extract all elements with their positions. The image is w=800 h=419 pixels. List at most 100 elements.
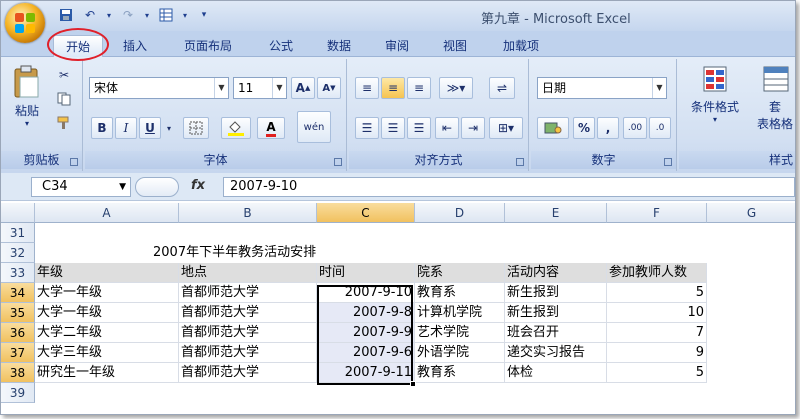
office-button[interactable] [5,3,45,43]
save-icon[interactable] [57,6,75,24]
align-left-icon[interactable]: ☰ [355,117,379,139]
chevron-down-icon[interactable]: ▼ [272,78,286,98]
row-header[interactable]: 34 [1,283,35,303]
percent-button[interactable]: % [573,117,595,139]
dialog-launcher-icon[interactable] [334,158,342,166]
grow-font-button[interactable]: A ▲ [291,77,315,99]
dialog-launcher-icon[interactable] [516,158,524,166]
align-middle-icon[interactable]: ≡ [381,77,405,99]
location-cell[interactable]: 首都师范大学 [179,363,317,383]
column-header-f[interactable]: F [607,203,707,223]
merge-center-icon[interactable]: ⊞▾ [489,117,523,139]
name-box[interactable]: C34 ▼ [31,177,131,197]
department-cell[interactable]: 教育系 [415,283,505,303]
row-header[interactable]: 32 [1,243,35,263]
align-bottom-icon[interactable]: ≡ [407,77,431,99]
bold-button[interactable]: B [91,117,113,139]
activity-cell[interactable]: 新生报到 [505,303,607,323]
fill-color-button[interactable] [221,117,251,139]
insert-function-button[interactable]: fx [191,178,205,193]
font-size-combo[interactable]: 11 ▼ [233,77,287,99]
borders-button[interactable] [183,117,209,139]
table-header-cell[interactable]: 院系 [415,263,505,283]
font-name-combo[interactable]: 宋体 ▼ [89,77,229,99]
formula-input[interactable]: 2007-9-10 [223,177,795,197]
column-header-b[interactable]: B [179,203,317,223]
conditional-formatting-button[interactable]: 条件格式 ▾ [685,65,745,124]
grade-cell[interactable]: 大学二年级 [35,323,179,343]
format-as-table-button[interactable]: 套 表格格 [751,65,795,132]
dropdown-arrow-icon[interactable]: ▾ [143,6,151,24]
formula-divider-handle[interactable] [135,177,179,197]
increase-indent-icon[interactable]: ⇥ [461,117,485,139]
chevron-down-icon[interactable]: ▼ [652,78,666,98]
tab-data[interactable]: 数据 [317,35,361,57]
tab-insert[interactable]: 插入 [113,35,157,57]
row-header[interactable]: 37 [1,343,35,363]
comma-button[interactable]: , [597,117,619,139]
row-header[interactable]: 31 [1,223,35,243]
row-header[interactable]: 35 [1,303,35,323]
table-header-cell[interactable]: 参加教师人数 [607,263,707,283]
table-header-cell[interactable]: 活动内容 [505,263,607,283]
row-header[interactable]: 33 [1,263,35,283]
column-header-g[interactable]: G [707,203,795,223]
phonetic-button[interactable]: wén [297,111,331,143]
align-right-icon[interactable]: ☰ [407,117,431,139]
grade-cell[interactable]: 研究生一年级 [35,363,179,383]
table-icon[interactable] [157,6,175,24]
column-header-c[interactable]: C [317,203,415,223]
italic-button[interactable]: I [115,117,137,139]
tab-page-layout[interactable]: 页面布局 [171,35,245,57]
paste-button[interactable]: 粘贴 ▾ [7,65,47,128]
increase-decimal-button[interactable]: .00 [623,117,647,139]
teacher-count-cell[interactable]: 10 [607,303,707,323]
customize-qat-icon[interactable]: ▾ [195,6,213,24]
undo-icon[interactable]: ↶ [81,6,99,24]
dropdown-arrow-icon[interactable]: ▾ [181,6,189,24]
location-cell[interactable]: 首都师范大学 [179,303,317,323]
location-cell[interactable]: 首都师范大学 [179,343,317,363]
teacher-count-cell[interactable]: 9 [607,343,707,363]
table-header-cell[interactable]: 年级 [35,263,179,283]
column-header-e[interactable]: E [505,203,607,223]
underline-button[interactable]: U [139,117,161,139]
teacher-count-cell[interactable]: 5 [607,363,707,383]
location-cell[interactable]: 首都师范大学 [179,283,317,303]
tab-addins[interactable]: 加载项 [493,35,549,57]
grade-cell[interactable]: 大学一年级 [35,303,179,323]
dialog-launcher-icon[interactable] [664,158,672,166]
activity-cell[interactable]: 班会召开 [505,323,607,343]
department-cell[interactable]: 艺术学院 [415,323,505,343]
fill-handle[interactable] [410,381,416,387]
sheet-title-cell[interactable]: 2007年下半年教务活动安排 [151,243,411,263]
tab-review[interactable]: 审阅 [375,35,419,57]
tab-formulas[interactable]: 公式 [259,35,303,57]
table-header-cell[interactable]: 时间 [317,263,415,283]
teacher-count-cell[interactable]: 5 [607,283,707,303]
department-cell[interactable]: 计算机学院 [415,303,505,323]
shrink-font-button[interactable]: A ▼ [317,77,341,99]
wrap-text-icon[interactable]: ⇌ [489,77,515,99]
row-header[interactable]: 39 [1,383,35,403]
column-header-d[interactable]: D [415,203,505,223]
activity-cell[interactable]: 新生报到 [505,283,607,303]
tab-view[interactable]: 视图 [433,35,477,57]
activity-cell[interactable]: 递交实习报告 [505,343,607,363]
orientation-icon[interactable]: ≫▾ [439,77,473,99]
activity-cell[interactable]: 体检 [505,363,607,383]
decrease-decimal-button[interactable]: .0 [649,117,671,139]
row-header[interactable]: 36 [1,323,35,343]
department-cell[interactable]: 教育系 [415,363,505,383]
accounting-format-icon[interactable] [537,117,569,139]
dialog-launcher-icon[interactable] [70,158,78,166]
copy-icon[interactable] [53,89,75,109]
chevron-down-icon[interactable]: ▼ [214,78,228,98]
align-top-icon[interactable]: ≡ [355,77,379,99]
teacher-count-cell[interactable]: 7 [607,323,707,343]
font-color-button[interactable]: A [257,117,285,139]
table-header-cell[interactable]: 地点 [179,263,317,283]
cut-icon[interactable]: ✂ [53,65,75,85]
number-format-combo[interactable]: 日期 ▼ [537,77,667,99]
location-cell[interactable]: 首都师范大学 [179,323,317,343]
